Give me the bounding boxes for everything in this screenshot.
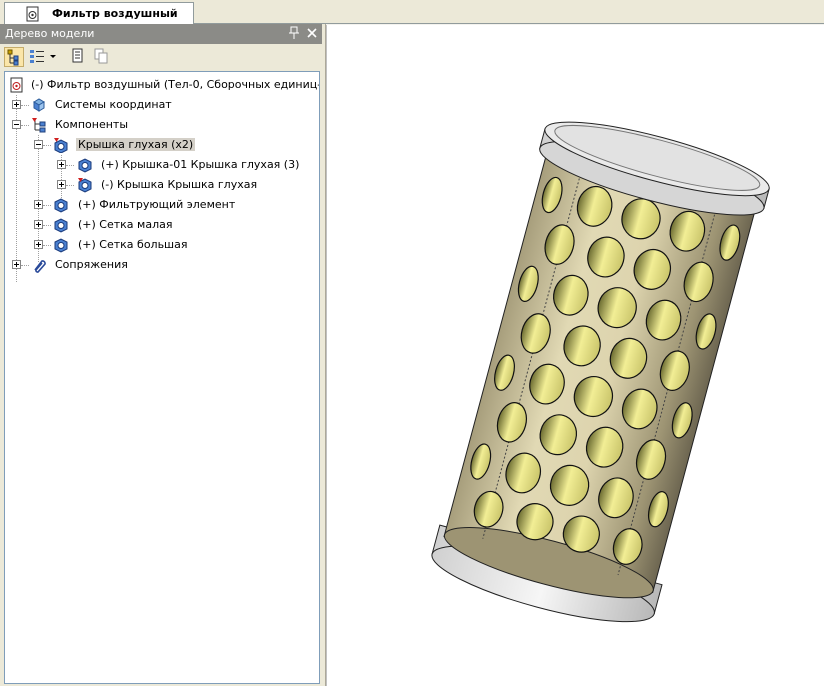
model-tree: (-) Фильтр воздушный (Тел-0, Сборочных е…	[4, 71, 320, 684]
tree-item-coordinate-systems[interactable]: Системы координат	[5, 96, 319, 114]
collapse-toggle[interactable]	[34, 140, 43, 149]
tree-item-mates[interactable]: Сопряжения	[5, 256, 319, 274]
expand-toggle[interactable]	[34, 240, 43, 249]
tree-item-label: (+) Фильтрующий элемент	[78, 198, 236, 211]
assembly-document-icon	[26, 6, 39, 22]
part-icon	[54, 198, 68, 213]
document-tab[interactable]: Фильтр воздушный	[4, 2, 194, 24]
panel-title-bar: Дерево модели	[0, 24, 322, 44]
expand-toggle[interactable]	[34, 220, 43, 229]
tree-item-label: (+) Сетка малая	[78, 218, 173, 231]
tree-item-large-mesh[interactable]: (+) Сетка большая	[5, 236, 319, 254]
tree-item-components[interactable]: Компоненты	[5, 116, 319, 134]
close-icon[interactable]	[306, 26, 318, 40]
tree-item-label: Компоненты	[55, 118, 129, 131]
panel-title: Дерево модели	[5, 27, 95, 40]
expand-toggle[interactable]	[12, 100, 21, 109]
tree-item-blind-cover-group[interactable]: Крышка глухая (x2)	[5, 136, 319, 154]
tree-root[interactable]: (-) Фильтр воздушный (Тел-0, Сборочных е…	[5, 76, 319, 94]
copy-properties-button[interactable]	[92, 47, 112, 67]
copy-icon	[94, 48, 108, 64]
part-icon	[54, 218, 68, 233]
coordinate-system-icon	[33, 98, 45, 112]
properties-icon	[72, 48, 83, 63]
tree-structure-icon	[7, 49, 19, 66]
tree-structure-button[interactable]	[4, 47, 24, 67]
properties-button[interactable]	[68, 47, 88, 67]
tree-item-label: (-) Крышка Крышка глухая	[101, 178, 258, 191]
collapse-toggle[interactable]	[12, 120, 21, 129]
tree-item-small-mesh[interactable]: (+) Сетка малая	[5, 216, 319, 234]
perforated-cylinder-model	[431, 121, 770, 623]
list-view-icon	[30, 50, 56, 63]
part-icon	[78, 178, 92, 193]
3d-viewport[interactable]	[326, 25, 824, 686]
part-icon	[78, 158, 92, 173]
expand-toggle[interactable]	[57, 180, 66, 189]
part-group-icon	[54, 138, 68, 153]
mates-icon	[34, 260, 46, 273]
chevron-down-icon	[50, 55, 56, 58]
expand-toggle[interactable]	[34, 200, 43, 209]
components-icon	[32, 118, 46, 133]
display-mode-dropdown[interactable]	[28, 47, 60, 67]
panel-toolbar	[0, 44, 322, 70]
part-icon	[54, 238, 68, 253]
tree-item-label: (+) Крышка-01 Крышка глухая (3)	[101, 158, 300, 171]
model-tree-panel: Дерево модели (-) Фильтр воздушный (Тел-…	[0, 24, 322, 686]
tree-item-cover[interactable]: (-) Крышка Крышка глухая	[5, 176, 319, 194]
assembly-root-icon	[10, 77, 23, 93]
tree-item-label: Крышка глухая (x2)	[76, 138, 196, 151]
tree-item-label: Системы координат	[55, 98, 172, 111]
document-tab-bar: Фильтр воздушный	[0, 0, 824, 25]
pin-icon[interactable]	[288, 26, 300, 40]
tree-item-label: Сопряжения	[55, 258, 128, 271]
expand-toggle[interactable]	[57, 160, 66, 169]
tree-item-cover-01[interactable]: (+) Крышка-01 Крышка глухая (3)	[5, 156, 319, 174]
tree-item-filter-element[interactable]: (+) Фильтрующий элемент	[5, 196, 319, 214]
expand-toggle[interactable]	[12, 260, 21, 269]
tree-root-label: (-) Фильтр воздушный (Тел-0, Сборочных е…	[31, 78, 320, 91]
document-tab-title: Фильтр воздушный	[52, 7, 178, 20]
tree-item-label: (+) Сетка большая	[78, 238, 188, 251]
